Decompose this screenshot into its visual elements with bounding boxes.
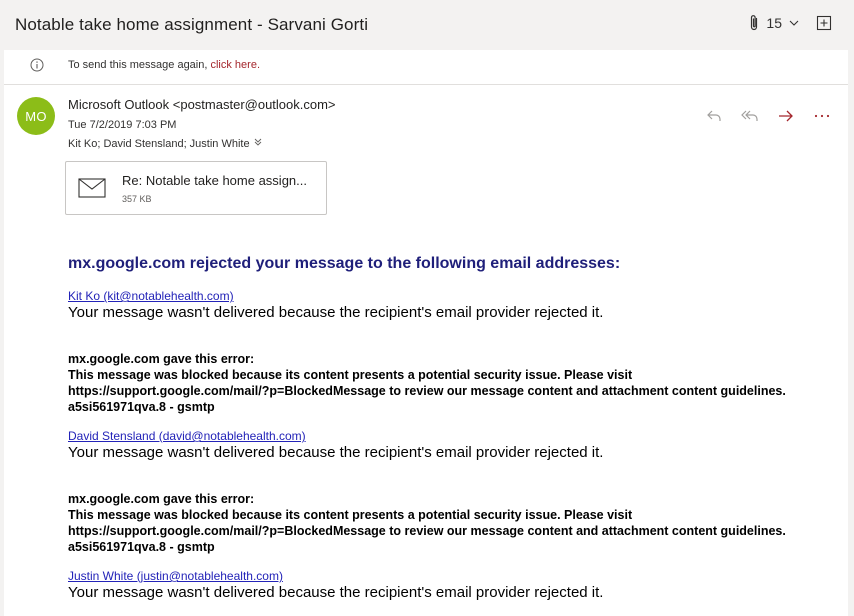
reply-all-icon[interactable]	[738, 106, 762, 126]
avatar[interactable]: MO	[17, 97, 55, 135]
recipient-link-justin[interactable]: Justin White (justin@notablehealth.com)	[68, 569, 283, 583]
delivery-message: Your message wasn't delivered because th…	[68, 584, 604, 601]
error-text: This message was blocked because its con…	[68, 368, 786, 414]
rejection-headline: mx.google.com rejected your message to t…	[68, 255, 621, 272]
more-icon[interactable]	[810, 106, 834, 126]
recipient-link-david[interactable]: David Stensland (david@notablehealth.com…	[68, 429, 306, 443]
paperclip-icon[interactable]	[748, 14, 760, 32]
resend-notice: To send this message again, click here.	[4, 50, 848, 85]
attachment-count[interactable]: 15	[766, 15, 782, 31]
recipients[interactable]: Kit Ko; David Stensland; Justin White	[68, 137, 263, 150]
double-chevron-down-icon[interactable]	[253, 137, 263, 150]
envelope-icon	[78, 178, 106, 203]
expand-icon[interactable]	[816, 15, 832, 31]
delivery-message: Your message wasn't delivered because th…	[68, 444, 604, 461]
info-icon	[30, 58, 44, 77]
title-actions: 15	[748, 14, 832, 32]
conversation-title: Notable take home assignment - Sarvani G…	[15, 15, 369, 34]
attachment-card[interactable]: Re: Notable take home assign... 357 KB	[65, 161, 327, 215]
resend-link[interactable]: click here.	[210, 59, 260, 71]
reply-icon[interactable]	[702, 106, 726, 126]
recipients-list: Kit Ko; David Stensland; Justin White	[68, 137, 250, 150]
chevron-down-icon[interactable]	[788, 18, 800, 28]
attachment-size: 357 KB	[122, 194, 152, 204]
error-title: mx.google.com gave this error:	[68, 492, 255, 506]
title-bar: Notable take home assignment - Sarvani G…	[0, 0, 854, 50]
recipient-link-kit[interactable]: Kit Ko (kit@notablehealth.com)	[68, 289, 234, 303]
error-block: mx.google.com gave this error: This mess…	[68, 491, 828, 555]
error-text: This message was blocked because its con…	[68, 508, 786, 554]
notice-message: To send this message again,	[68, 59, 208, 71]
forward-icon[interactable]	[774, 106, 798, 126]
message-actions	[702, 106, 834, 126]
error-block: mx.google.com gave this error: This mess…	[68, 351, 828, 415]
delivery-message: Your message wasn't delivered because th…	[68, 304, 604, 321]
attachment-name: Re: Notable take home assign...	[122, 173, 307, 188]
notice-text: To send this message again, click here.	[68, 59, 260, 71]
message-card: To send this message again, click here. …	[4, 50, 848, 616]
error-title: mx.google.com gave this error:	[68, 352, 255, 366]
message-date: Tue 7/2/2019 7:03 PM	[68, 119, 177, 131]
sender[interactable]: Microsoft Outlook <postmaster@outlook.co…	[68, 97, 336, 112]
